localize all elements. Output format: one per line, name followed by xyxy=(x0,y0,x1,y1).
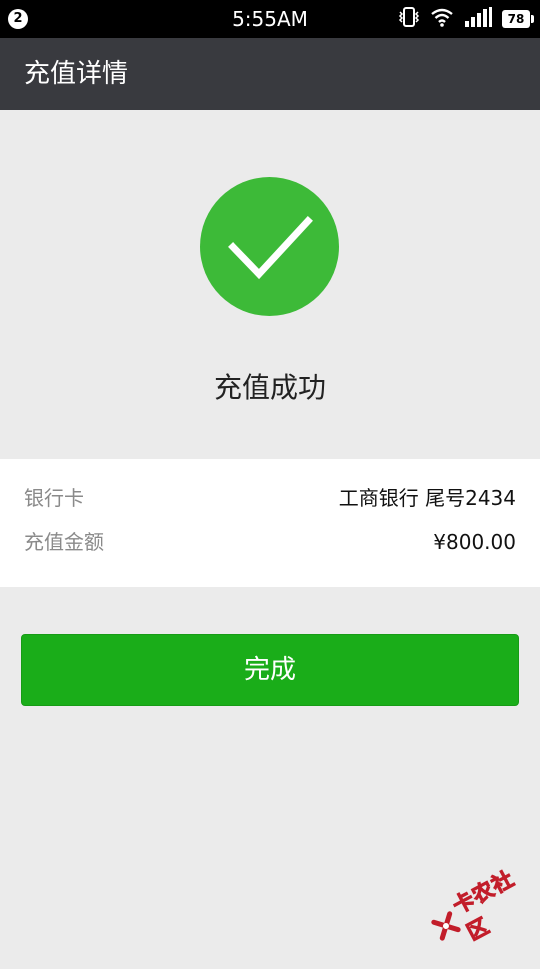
checkmark-icon xyxy=(228,216,313,280)
detail-row-amount: 充值金额 ¥800.00 xyxy=(0,522,540,562)
detail-label: 充值金额 xyxy=(24,530,104,554)
detail-value: ¥800.00 xyxy=(433,530,516,554)
done-button[interactable]: 完成 xyxy=(21,634,519,706)
watermark: 卡农社区 xyxy=(418,847,540,968)
status-icons: 78 xyxy=(398,6,534,32)
status-bar: 2 5:55AM 78 xyxy=(0,0,540,38)
detail-row-bank-card: 银行卡 工商银行 尾号2434 xyxy=(0,478,540,518)
page-title: 充值详情 xyxy=(24,59,129,89)
success-message: 充值成功 xyxy=(213,371,326,404)
success-circle xyxy=(200,177,339,316)
vibrate-icon xyxy=(398,6,420,32)
app-bar: 充值详情 xyxy=(0,38,540,110)
detail-label: 银行卡 xyxy=(24,486,84,510)
detail-value: 工商银行 尾号2434 xyxy=(338,486,516,510)
wifi-icon xyxy=(430,7,454,31)
battery-icon: 78 xyxy=(502,10,534,28)
signal-icon xyxy=(464,7,492,31)
detail-card: 银行卡 工商银行 尾号2434 充值金额 ¥800.00 xyxy=(0,459,540,587)
